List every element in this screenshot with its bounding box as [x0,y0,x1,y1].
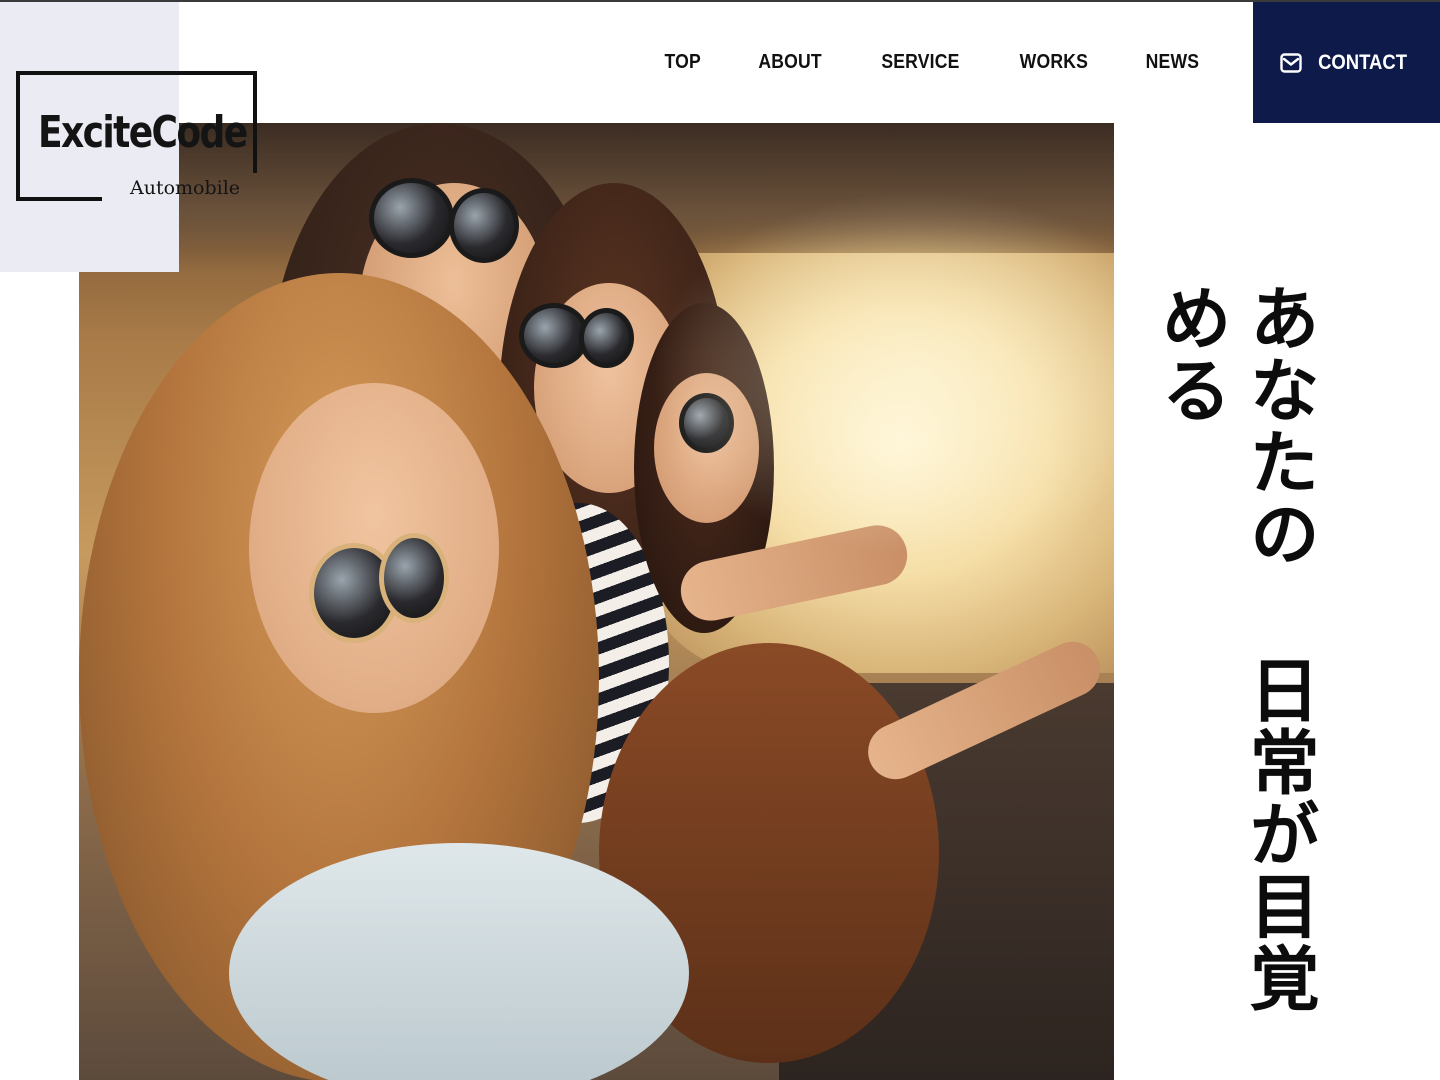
nav-item-service[interactable]: SERVICE [881,51,959,74]
site-logo[interactable]: ExciteCode Automobile [16,71,257,201]
nav-item-news[interactable]: NEWS [1146,51,1200,74]
hero-image [79,123,1114,1080]
nav-item-works[interactable]: WORKS [1019,51,1087,74]
main-nav: TOP ABOUT SERVICE WORKS NEWS CONTACT [662,2,1440,123]
logo-frame-left [16,71,20,201]
contact-button-label: CONTACT [1318,50,1407,74]
hero-tagline: あなたの 日常が目覚める [1147,282,1323,1080]
mail-icon [1280,52,1302,73]
tagline-line-1: あなたの [1238,282,1321,570]
logo-frame-top [16,71,257,75]
logo-subtitle: Automobile [130,177,241,199]
logo-frame-bottom [16,197,102,201]
nav-item-about[interactable]: ABOUT [758,51,821,74]
logo-frame-right [253,71,257,173]
page: ExciteCode Automobile TOP ABOUT SERVICE … [0,0,1440,1080]
sun-glare [79,123,1114,1080]
logo-name: ExciteCode [38,107,248,158]
contact-button[interactable]: CONTACT [1253,2,1440,123]
nav-item-top[interactable]: TOP [665,51,701,74]
